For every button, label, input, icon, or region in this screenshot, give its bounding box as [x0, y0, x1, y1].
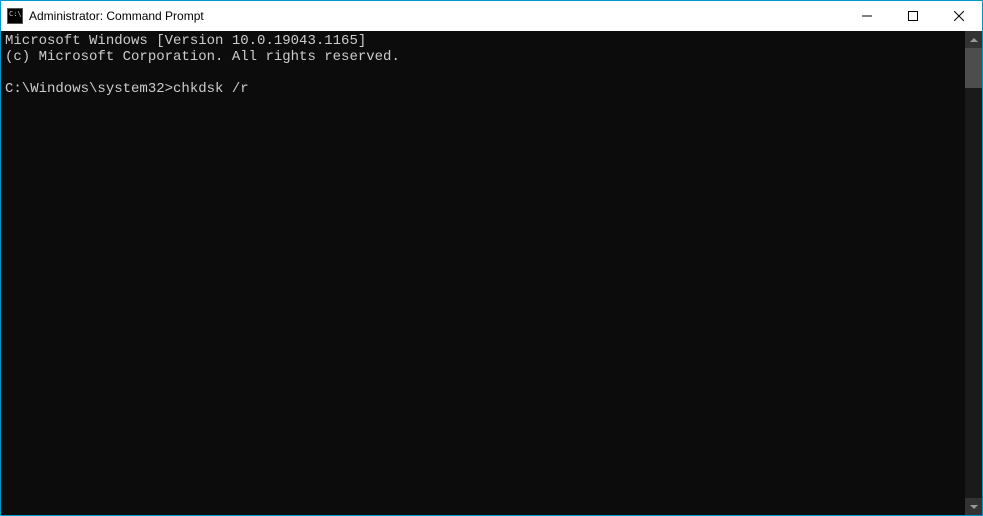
- prompt: C:\Windows\system32>: [5, 81, 173, 97]
- window-title: Administrator: Command Prompt: [29, 9, 844, 23]
- window-controls: [844, 1, 982, 31]
- terminal-output[interactable]: Microsoft Windows [Version 10.0.19043.11…: [1, 31, 965, 515]
- command-input[interactable]: chkdsk /r: [173, 81, 249, 97]
- output-line: Microsoft Windows [Version 10.0.19043.11…: [5, 33, 366, 49]
- command-prompt-window: Administrator: Command Prompt Microsoft …: [0, 0, 983, 516]
- minimize-icon: [862, 11, 872, 21]
- chevron-down-icon: [970, 505, 978, 509]
- scroll-up-arrow[interactable]: [965, 31, 982, 48]
- terminal-container: Microsoft Windows [Version 10.0.19043.11…: [1, 31, 982, 515]
- titlebar[interactable]: Administrator: Command Prompt: [1, 1, 982, 31]
- scroll-track[interactable]: [965, 48, 982, 498]
- close-button[interactable]: [936, 1, 982, 31]
- maximize-icon: [908, 11, 918, 21]
- maximize-button[interactable]: [890, 1, 936, 31]
- scroll-thumb[interactable]: [965, 48, 982, 88]
- minimize-button[interactable]: [844, 1, 890, 31]
- close-icon: [954, 11, 964, 21]
- chevron-up-icon: [970, 38, 978, 42]
- output-line: (c) Microsoft Corporation. All rights re…: [5, 49, 400, 65]
- vertical-scrollbar[interactable]: [965, 31, 982, 515]
- scroll-down-arrow[interactable]: [965, 498, 982, 515]
- cmd-icon: [7, 8, 23, 24]
